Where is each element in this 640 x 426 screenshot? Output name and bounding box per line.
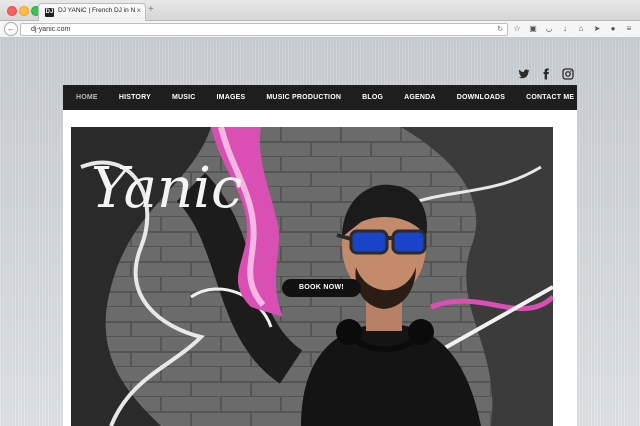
twitter-icon[interactable] — [518, 68, 530, 80]
browser-toolbar: ← dj-yanic.com ↻ ☆ ▣ ◡ ↓ ⌂ ➤ ● ≡ — [0, 21, 640, 38]
nav-downloads[interactable]: DOWNLOADS — [457, 94, 505, 101]
star-icon[interactable]: ☆ — [512, 23, 522, 34]
camera-icon[interactable]: ▣ — [528, 23, 538, 34]
nav-contact-me[interactable]: CONTACT ME — [526, 94, 574, 101]
send-icon[interactable]: ➤ — [592, 23, 602, 34]
tab-close-icon[interactable]: × — [136, 6, 141, 15]
new-tab-button[interactable]: + — [148, 4, 154, 15]
site-favicon-icon: DJ — [45, 8, 54, 17]
nav-music[interactable]: MUSIC — [172, 94, 196, 101]
home-icon[interactable]: ⌂ — [576, 23, 586, 34]
nav-images[interactable]: IMAGES — [217, 94, 246, 101]
nav-home[interactable]: HOME — [76, 94, 98, 101]
nav-music-production[interactable]: MUSIC PRODUCTION — [266, 94, 341, 101]
hero-image: Yanic BOOK NOW! — [71, 127, 553, 426]
url-text: dj-yanic.com — [31, 26, 71, 33]
address-bar[interactable]: dj-yanic.com ↻ — [20, 23, 508, 36]
chat-icon[interactable]: ● — [608, 23, 618, 34]
toolbar-icons: ☆ ▣ ◡ ↓ ⌂ ➤ ● ≡ — [512, 23, 634, 34]
yanic-logo: Yanic — [91, 156, 242, 221]
main-navigation: HOME HISTORY MUSIC IMAGES MUSIC PRODUCTI… — [63, 85, 577, 110]
page-background: HOME HISTORY MUSIC IMAGES MUSIC PRODUCTI… — [0, 38, 640, 426]
close-window-button[interactable] — [7, 6, 17, 16]
facebook-icon[interactable] — [540, 68, 552, 80]
instagram-icon[interactable] — [562, 68, 574, 80]
reload-icon[interactable]: ↻ — [497, 24, 503, 35]
social-links — [518, 68, 574, 80]
nav-agenda[interactable]: AGENDA — [404, 94, 436, 101]
pocket-icon[interactable]: ◡ — [544, 23, 554, 34]
download-icon[interactable]: ↓ — [560, 23, 570, 34]
browser-tab[interactable]: DJ DJ YANiC | French DJ in N... × — [38, 3, 146, 21]
minimize-window-button[interactable] — [19, 6, 29, 16]
menu-icon[interactable]: ≡ — [624, 23, 634, 34]
back-icon[interactable]: ← — [4, 22, 18, 36]
nav-history[interactable]: HISTORY — [119, 94, 151, 101]
nav-blog[interactable]: BLOG — [362, 94, 383, 101]
book-now-button[interactable]: BOOK NOW! — [282, 279, 361, 297]
tab-title: DJ YANiC | French DJ in N... — [58, 7, 136, 14]
site-container: HOME HISTORY MUSIC IMAGES MUSIC PRODUCTI… — [63, 85, 577, 426]
browser-tab-bar: DJ DJ YANiC | French DJ in N... × + — [0, 0, 640, 21]
hero-graffiti-photo: Yanic — [71, 127, 553, 426]
